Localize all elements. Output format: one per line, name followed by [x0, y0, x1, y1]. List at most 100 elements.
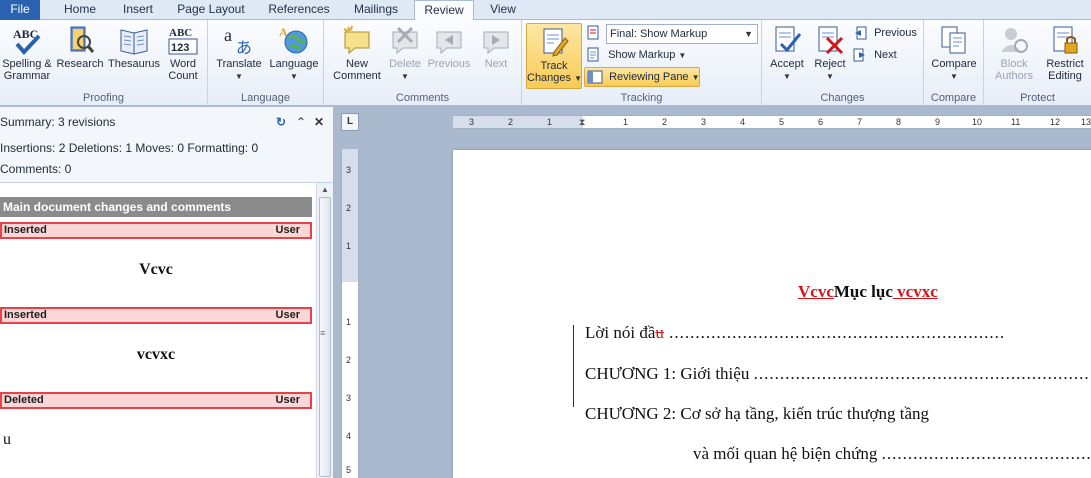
ruler-tick: 3 — [469, 117, 475, 127]
revision-text[interactable]: u — [0, 431, 312, 449]
ruler-tick: 3 — [346, 165, 352, 175]
next-change-label: Next — [874, 49, 897, 61]
reviewing-pane-summary: Summary: 3 revisions ↻ ⌃ ✕ Insertions: 2… — [0, 107, 333, 183]
previous-change-button[interactable]: Previous — [852, 24, 920, 44]
new-label: New — [345, 58, 368, 70]
accept-dropdown-icon: ▼ — [783, 72, 791, 81]
revision-user: User — [275, 394, 300, 406]
tab-insert[interactable]: Insert — [110, 0, 166, 20]
toc-entry-text: Lời nói đầ — [585, 323, 656, 342]
new-comment-button[interactable]: New Comment — [328, 22, 386, 90]
next-comment-button[interactable]: Next — [476, 22, 516, 90]
close-icon[interactable]: ✕ — [314, 115, 324, 129]
revision-text[interactable]: vcvxc — [0, 346, 312, 364]
revision-counts: Insertions: 2 Deletions: 1 Moves: 0 Form… — [0, 141, 259, 155]
tab-view[interactable]: View — [480, 0, 526, 20]
delete-dropdown-icon: ▼ — [401, 72, 409, 81]
toc-line-chapter-2[interactable]: CHƯƠNG 2: Cơ sở hạ tầng, kiến trúc thượn… — [585, 404, 1091, 424]
spelling-label: Spelling & — [2, 58, 52, 70]
accept-button[interactable]: Accept ▼ — [766, 22, 808, 90]
block-authors-button[interactable]: Block Authors — [990, 22, 1038, 90]
revision-summary: Summary: 3 revisions — [0, 115, 116, 129]
toc-line-chapter-1[interactable]: CHƯƠNG 1: Giới thiệu ...................… — [585, 364, 1091, 384]
next-change-icon — [853, 48, 865, 62]
display-for-review-select[interactable]: Final: Show Markup ▼ — [606, 24, 758, 44]
reject-button[interactable]: Reject ▼ — [810, 22, 850, 90]
toc-title[interactable]: VcvcMục lục vcvxc — [798, 282, 938, 302]
next-comment-icon — [483, 31, 509, 55]
next-change-button[interactable]: Next — [852, 46, 920, 66]
translate-dropdown-icon: ▼ — [235, 72, 243, 81]
revision-header[interactable]: Inserted User — [0, 222, 312, 239]
ribbon-tab-bar: File Home Insert Page Layout References … — [0, 0, 1091, 21]
chevron-down-icon: ▼ — [744, 29, 753, 39]
translate-label: Translate — [216, 58, 262, 70]
delete-comment-button[interactable]: Delete ▼ — [386, 22, 424, 90]
editing-label: Editing — [1048, 70, 1082, 82]
track-changes-button[interactable]: Track Changes ▼ — [526, 23, 582, 89]
delete-label: Delete — [389, 58, 421, 70]
svg-text:ABC: ABC — [169, 27, 192, 39]
restrict-editing-button[interactable]: Restrict Editing — [1040, 22, 1090, 90]
track-label: Track — [540, 60, 568, 72]
language-button[interactable]: A Language ▼ — [266, 22, 322, 90]
block-label: Block — [1000, 58, 1028, 70]
expand-collapse-icon[interactable]: ⌃ — [296, 115, 306, 129]
inserted-text[interactable]: vcvxc — [893, 282, 938, 301]
tab-references[interactable]: References — [260, 0, 338, 20]
language-group-label: Language — [241, 92, 290, 104]
compare-label: Compare — [931, 58, 977, 70]
indent-marker-icon[interactable]: ⧗ — [579, 116, 585, 128]
revision-user: User — [275, 224, 300, 236]
vertical-ruler[interactable]: 3 2 1 1 2 3 4 5 — [341, 149, 359, 478]
show-markup-label: Show Markup — [608, 49, 676, 61]
inserted-text[interactable]: Vcvc — [798, 282, 834, 301]
previous-change-label: Previous — [874, 27, 917, 39]
revision-header[interactable]: Inserted User — [0, 307, 312, 324]
show-markup-button[interactable]: Show Markup ▼ — [586, 46, 706, 66]
research-button[interactable]: Research — [56, 22, 104, 90]
previous-comment-button[interactable]: Previous — [424, 22, 474, 90]
display-for-review-icon-wrap — [586, 24, 606, 44]
tab-review[interactable]: Review — [414, 0, 474, 21]
compare-button[interactable]: Compare ▼ — [926, 22, 982, 90]
deleted-text[interactable]: u — [655, 323, 664, 342]
refresh-icon[interactable]: ↻ — [276, 115, 286, 129]
translate-button[interactable]: a あ Translate ▼ — [212, 22, 266, 90]
tab-selector[interactable]: L — [341, 113, 359, 131]
reviewing-pane-button[interactable]: Reviewing Pane ▼ — [584, 67, 700, 87]
tab-file[interactable]: File — [0, 0, 40, 20]
thesaurus-button[interactable]: Thesaurus — [106, 22, 162, 90]
restrict-label: Restrict — [1046, 58, 1084, 70]
scroll-up-icon[interactable]: ▲ — [321, 185, 329, 194]
document-page[interactable]: VcvcMục lục vcvxc Lời nói đầu ..........… — [453, 150, 1091, 478]
tab-page-layout[interactable]: Page Layout — [172, 0, 250, 20]
compare-documents-icon — [941, 26, 966, 54]
pane-scrollbar[interactable]: ▲ ≡ — [316, 183, 333, 478]
tab-home[interactable]: Home — [52, 0, 108, 20]
revision-text[interactable]: Vcvc — [0, 261, 312, 279]
language-group: a あ Translate ▼ A Language ▼ Language — [208, 20, 324, 106]
horizontal-ruler[interactable]: 3 2 1 ⧗ 1 2 3 4 5 6 7 8 9 10 11 12 13 — [453, 115, 1091, 129]
revision-header[interactable]: Deleted User — [0, 392, 312, 409]
tab-mailings[interactable]: Mailings — [344, 0, 408, 20]
toc-line-chapter-2-cont[interactable]: và mối quan hệ biện chứng ..............… — [693, 444, 1091, 464]
show-markup-dropdown-icon: ▼ — [678, 51, 687, 60]
ruler-tick: 11 — [1011, 117, 1021, 127]
count-label: Count — [168, 70, 198, 82]
accept-change-icon — [775, 26, 802, 53]
reject-label: Reject — [814, 58, 846, 70]
toc-leader-dots: ........................................… — [753, 364, 1090, 383]
toc-line-preface[interactable]: Lời nói đầu ............................… — [585, 323, 1091, 343]
ruler-tick: 7 — [857, 117, 863, 127]
restrict-editing-icon — [1053, 26, 1078, 54]
comment-count: Comments: 0 — [0, 162, 72, 176]
track-dropdown-icon: ▼ — [574, 74, 583, 83]
word-count-button[interactable]: ABC 123 Word Count — [162, 22, 204, 90]
track-changes-icon — [543, 28, 569, 57]
spelling-grammar-button[interactable]: ABC Spelling & Grammar — [0, 22, 54, 90]
svg-text:123: 123 — [171, 42, 189, 54]
thesaurus-book-icon — [120, 29, 148, 55]
ruler-tick: 5 — [346, 465, 352, 475]
comments-group: New Comment Delete ▼ Previous Next Comme… — [324, 20, 522, 106]
